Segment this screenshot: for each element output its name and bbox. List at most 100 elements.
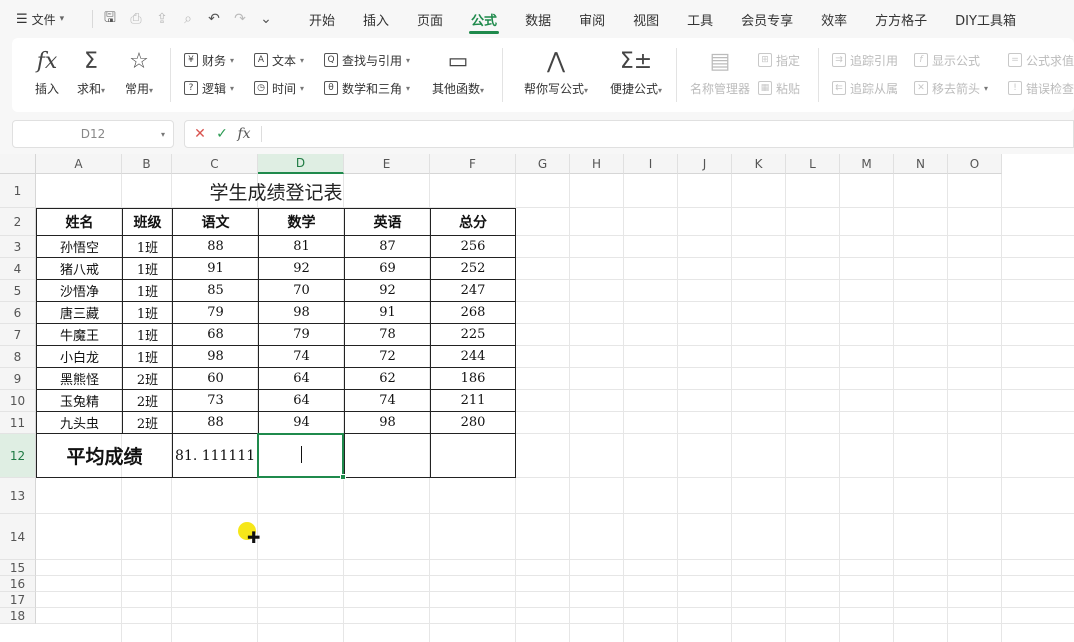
table-cell[interactable]: 1班	[122, 236, 172, 258]
table-cell[interactable]: 孙悟空	[36, 236, 122, 258]
tab-1[interactable]: 插入	[349, 0, 403, 38]
table-cell[interactable]: 98	[172, 346, 258, 368]
trace-precedents-button[interactable]: ⇉ 追踪引用	[832, 50, 898, 70]
paste-name-button[interactable]: ▦ 粘贴	[758, 78, 800, 98]
row-header[interactable]: 12	[0, 434, 36, 478]
row-header[interactable]: 5	[0, 280, 36, 302]
table-cell[interactable]: 91	[172, 258, 258, 280]
table-cell[interactable]: 225	[430, 324, 516, 346]
table-cell[interactable]: 猪八戒	[36, 258, 122, 280]
undo-icon[interactable]: ↶	[203, 8, 225, 30]
table-cell[interactable]: 1班	[122, 258, 172, 280]
tab-11[interactable]: DIY工具箱	[941, 0, 1030, 38]
table-header-cell[interactable]: 班级	[122, 208, 172, 236]
column-header[interactable]: A	[36, 154, 122, 174]
average-english-cell[interactable]	[344, 434, 430, 478]
time-functions-button[interactable]: ◷ 时间 ▾	[254, 78, 304, 98]
table-cell[interactable]: 69	[344, 258, 430, 280]
average-label-cell[interactable]: 平均成绩	[36, 434, 172, 478]
evaluate-formula-button[interactable]: = 公式求值	[1008, 50, 1074, 70]
table-cell[interactable]: 85	[172, 280, 258, 302]
table-header-cell[interactable]: 数学	[258, 208, 344, 236]
tab-5[interactable]: 审阅	[565, 0, 619, 38]
table-cell[interactable]: 1班	[122, 280, 172, 302]
table-cell[interactable]: 黑熊怪	[36, 368, 122, 390]
row-header[interactable]: 2	[0, 208, 36, 236]
chevron-down-icon[interactable]: ⌄	[255, 8, 277, 30]
tab-9[interactable]: 效率	[807, 0, 861, 38]
table-cell[interactable]: 60	[172, 368, 258, 390]
table-cell[interactable]: 256	[430, 236, 516, 258]
row-header[interactable]: 1	[0, 174, 36, 208]
row-header[interactable]: 4	[0, 258, 36, 280]
row-header[interactable]: 7	[0, 324, 36, 346]
column-header[interactable]: G	[516, 154, 570, 174]
define-name-button[interactable]: ⊞ 指定	[758, 50, 800, 70]
table-header-cell[interactable]: 总分	[430, 208, 516, 236]
tab-4[interactable]: 数据	[511, 0, 565, 38]
show-formulas-button[interactable]: f 显示公式	[914, 50, 980, 70]
common-functions-button[interactable]: ☆ 常用▾	[116, 46, 162, 102]
finance-functions-button[interactable]: ¥ 财务 ▾	[184, 50, 234, 70]
table-cell[interactable]: 280	[430, 412, 516, 434]
error-check-button[interactable]: ! 错误检查	[1008, 78, 1074, 98]
file-menu[interactable]: ☰ 文件 ▾	[0, 11, 86, 28]
tab-10[interactable]: 方方格子	[861, 0, 941, 38]
table-cell[interactable]: 91	[344, 302, 430, 324]
table-cell[interactable]: 247	[430, 280, 516, 302]
column-header[interactable]: M	[840, 154, 894, 174]
table-cell[interactable]: 81	[258, 236, 344, 258]
table-cell[interactable]: 68	[172, 324, 258, 346]
column-header[interactable]: L	[786, 154, 840, 174]
cancel-icon[interactable]: ✕	[189, 126, 211, 142]
spreadsheet-grid[interactable]: A B C D E F G H I J K L M N O 1 2 3 4 5 6 7 8 9 10 11 12 13 14 15 16 17…	[0, 154, 1074, 642]
name-manager-button[interactable]: ▤ 名称管理器	[690, 46, 750, 102]
table-header-cell[interactable]: 英语	[344, 208, 430, 236]
table-cell[interactable]: 沙悟净	[36, 280, 122, 302]
table-cell[interactable]: 2班	[122, 412, 172, 434]
column-header[interactable]: C	[172, 154, 258, 174]
table-cell[interactable]: 79	[172, 302, 258, 324]
table-cell[interactable]: 78	[344, 324, 430, 346]
logic-functions-button[interactable]: ? 逻辑 ▾	[184, 78, 234, 98]
quick-formula-button[interactable]: Σ± 便捷公式▾	[608, 46, 664, 102]
column-header[interactable]: I	[624, 154, 678, 174]
row-header[interactable]: 13	[0, 478, 36, 514]
select-all-corner[interactable]	[0, 154, 36, 174]
table-cell[interactable]: 74	[258, 346, 344, 368]
average-chinese-cell[interactable]: 81. 111111	[172, 434, 258, 478]
row-header[interactable]: 11	[0, 412, 36, 434]
print-preview-icon[interactable]: ⌕	[177, 8, 199, 30]
sheet-title[interactable]: 学生成绩登记表	[36, 174, 516, 208]
other-functions-button[interactable]: ▭ 其他函数▾	[430, 46, 486, 102]
table-cell[interactable]: 98	[344, 412, 430, 434]
column-header[interactable]: E	[344, 154, 430, 174]
table-cell[interactable]: 186	[430, 368, 516, 390]
table-cell[interactable]: 87	[344, 236, 430, 258]
print-icon[interactable]: ⎙	[125, 8, 147, 30]
table-cell[interactable]: 98	[258, 302, 344, 324]
column-header[interactable]: J	[678, 154, 732, 174]
table-header-cell[interactable]: 语文	[172, 208, 258, 236]
table-cell[interactable]: 268	[430, 302, 516, 324]
column-header[interactable]: B	[122, 154, 172, 174]
help-write-formula-button[interactable]: ⋀ 帮你写公式▾	[524, 46, 588, 102]
table-cell[interactable]: 92	[344, 280, 430, 302]
row-header[interactable]: 14	[0, 514, 36, 560]
remove-arrows-button[interactable]: ✕ 移去箭头 ▾	[914, 78, 988, 98]
math-functions-button[interactable]: θ 数学和三角 ▾	[324, 78, 410, 98]
table-cell[interactable]: 79	[258, 324, 344, 346]
row-header[interactable]: 15	[0, 560, 36, 576]
table-header-cell[interactable]: 姓名	[36, 208, 122, 236]
tab-8[interactable]: 会员专享	[727, 0, 807, 38]
table-cell[interactable]: 1班	[122, 346, 172, 368]
autosum-button[interactable]: Σ 求和▾	[68, 46, 114, 102]
table-cell[interactable]: 1班	[122, 302, 172, 324]
table-cell[interactable]: 62	[344, 368, 430, 390]
column-header[interactable]: F	[430, 154, 516, 174]
row-header[interactable]: 10	[0, 390, 36, 412]
table-cell[interactable]: 九头虫	[36, 412, 122, 434]
row-header[interactable]: 17	[0, 592, 36, 608]
tab-0[interactable]: 开始	[295, 0, 349, 38]
table-cell[interactable]: 小白龙	[36, 346, 122, 368]
